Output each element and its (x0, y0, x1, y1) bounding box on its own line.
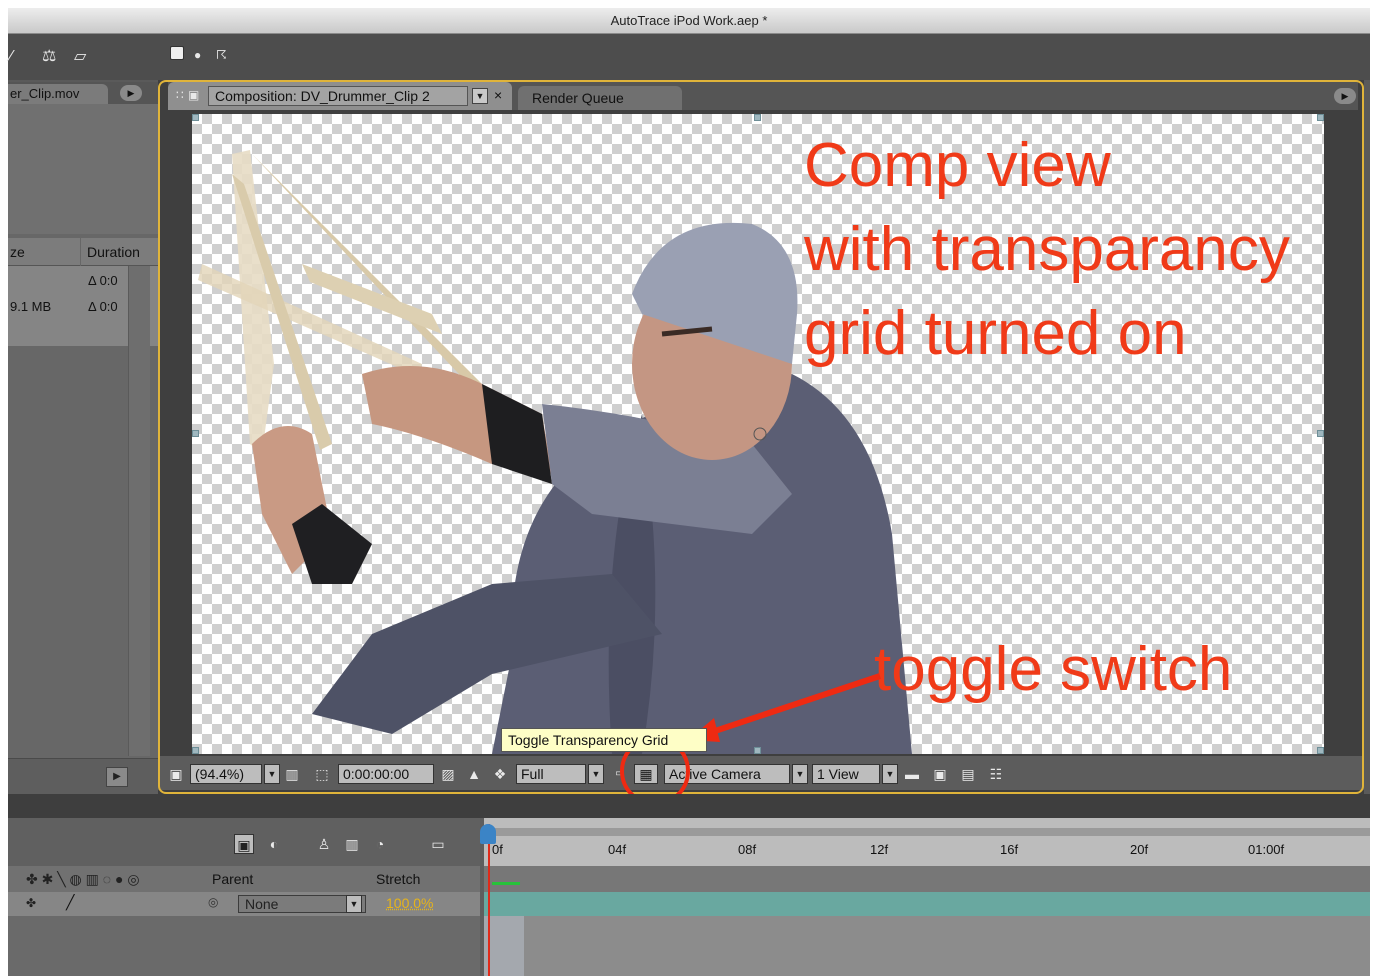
eraser-icon[interactable]: ▱ (74, 48, 86, 66)
puppet-pin-icon[interactable]: ● (194, 46, 201, 64)
timeline-empty-highlight (484, 916, 524, 976)
live-update-icon[interactable]: ▣ (234, 834, 254, 854)
viewer-controls: ▣ (94.4%) ▼ ▥ ⬚ 0:00:00:00 ▨ ▲ ❖ Full ▼ … (158, 756, 1364, 790)
close-icon[interactable]: × (494, 87, 502, 103)
current-time-indicator-handle[interactable] (480, 824, 496, 844)
magnification-field[interactable]: (94.4%) (190, 764, 262, 784)
timeline-empty-area (484, 916, 1370, 976)
flowchart-icon[interactable]: ☷ (986, 764, 1006, 784)
work-area-bar[interactable] (484, 828, 1370, 836)
project-scrollbar[interactable] (128, 266, 150, 756)
stretch-value[interactable]: 100.0% (386, 895, 433, 911)
view-layout-field[interactable]: 1 View (812, 764, 880, 784)
chevron-down-icon[interactable]: ▼ (882, 764, 898, 784)
quality-switch-icon[interactable]: ╱ (66, 894, 74, 911)
timeline-header-ruler (484, 866, 1370, 892)
timeline-icon[interactable]: ▤ (958, 764, 978, 784)
pick-whip-icon[interactable]: ◎ (208, 895, 218, 909)
project-tab[interactable]: er_Clip.mov (8, 84, 108, 104)
project-item-duration: Δ 0:0 (88, 273, 118, 288)
safe-zones-icon[interactable]: ⬚ (312, 764, 332, 784)
cache-indicator (492, 882, 520, 885)
ruler-tick: 08f (738, 842, 757, 857)
show-snapshot-icon[interactable]: ▲ (464, 764, 484, 784)
lock-icon[interactable]: ∷ (176, 88, 184, 102)
current-time-indicator[interactable] (488, 824, 490, 976)
video-switch-icon[interactable]: ✤ (26, 896, 36, 910)
annotation-comp-view: Comp view with transparancy grid turned … (804, 131, 1290, 368)
panel-menu-icon[interactable]: ▶ (120, 85, 142, 101)
project-tabbar: er_Clip.mov ▶ (8, 82, 158, 104)
draft-3d-icon[interactable]: ◐ (264, 834, 284, 854)
column-size[interactable]: ze (8, 238, 80, 266)
chevron-down-icon[interactable]: ▼ (792, 764, 808, 784)
composition-tabbar: ∷ ▣ Composition: DV_Drummer_Clip 2 ▼ × R… (168, 82, 1358, 110)
composition-panel: ∷ ▣ Composition: DV_Drummer_Clip 2 ▼ × R… (158, 80, 1364, 806)
tab-render-queue[interactable]: Render Queue (518, 86, 682, 110)
layer-duration-bar[interactable] (484, 892, 1370, 916)
composition-viewer[interactable]: Comp view with transparancy grid turned … (192, 114, 1324, 754)
composition-tab-label[interactable]: Composition: DV_Drummer_Clip 2 (208, 86, 468, 106)
layer-handle[interactable] (1317, 430, 1324, 437)
timecode-field[interactable]: 0:00:00:00 (338, 764, 434, 784)
play-icon[interactable]: ▶ (106, 767, 128, 787)
shy-icon[interactable]: ♙ (314, 834, 334, 854)
stamp-icon[interactable]: ⚖ (42, 48, 56, 66)
chevron-down-icon[interactable]: ▼ (472, 88, 488, 104)
layer-handle[interactable] (192, 114, 199, 121)
column-parent[interactable]: Parent (212, 866, 253, 892)
switch-header-icons: ✤ ✱ ╲ ◍ ▥ ◌ ● ◎ (26, 871, 140, 887)
after-effects-window: AutoTrace iPod Work.aep * ∕ ⚖ ▱ ● ☈ er_C… (8, 8, 1370, 976)
tab-composition[interactable]: ∷ ▣ Composition: DV_Drummer_Clip 2 ▼ × (168, 82, 512, 110)
column-stretch[interactable]: Stretch (376, 866, 420, 892)
project-panel: er_Clip.mov ▶ ze Duration Δ 0:0 9.1 MB Δ… (8, 82, 158, 794)
layer-handle[interactable] (192, 430, 199, 437)
resolution-field[interactable]: Full (516, 764, 586, 784)
ruler-tick: 16f (1000, 842, 1019, 857)
project-item-size: 9.1 MB (10, 299, 52, 314)
timeline-column-headers: ✤ ✱ ╲ ◍ ▥ ◌ ● ◎ Parent Stretch (8, 866, 480, 892)
project-footer: ▶ (8, 758, 158, 794)
ruler-tick: 12f (870, 842, 889, 857)
layer-row[interactable]: ✤ ╱ ◎ None ▼ 100.0% (8, 892, 480, 916)
always-preview-icon[interactable]: ▣ (166, 764, 186, 784)
column-duration[interactable]: Duration (81, 238, 158, 266)
ruler-tick: 04f (608, 842, 627, 857)
pan-behind-icon[interactable] (170, 46, 184, 60)
composition-icon: ▣ (188, 88, 200, 102)
project-item-duration: Δ 0:0 (88, 299, 118, 314)
pixel-aspect-icon[interactable]: ▬ (902, 764, 922, 784)
timeline-switches: ▣ ◐ ♙ ▥ ◔ ▭ (8, 818, 480, 866)
ruler-tick: 0f (492, 842, 503, 857)
tooltip: Toggle Transparency Grid (501, 728, 707, 752)
layer-handle[interactable] (754, 114, 761, 121)
layer-handle[interactable] (1317, 114, 1324, 121)
chevron-down-icon[interactable]: ▼ (346, 895, 362, 913)
brush-icon[interactable]: ∕ (10, 48, 13, 66)
puppet-starch-icon[interactable]: ☈ (216, 46, 227, 64)
fit-icon[interactable]: ▥ (282, 764, 302, 784)
chevron-down-icon[interactable]: ▼ (264, 764, 280, 784)
ruler-tick: 20f (1130, 842, 1149, 857)
ruler-tick: 01:00f (1248, 842, 1285, 857)
snapshot-icon[interactable]: ▨ (438, 764, 458, 784)
layer-handle[interactable] (192, 747, 199, 754)
graph-editor-icon[interactable]: ▭ (428, 834, 448, 854)
chevron-down-icon[interactable]: ▼ (588, 764, 604, 784)
timeline-panel: ▣ ◐ ♙ ▥ ◔ ▭ 0f 04f 08f 12f 16f 20f 01:00… (8, 794, 1370, 976)
window-title: AutoTrace iPod Work.aep * (8, 8, 1370, 34)
color-channels-icon[interactable]: ❖ (490, 764, 510, 784)
frame-blending-icon[interactable]: ▥ (342, 834, 362, 854)
fast-previews-icon[interactable]: ▣ (930, 764, 950, 784)
timeline-tabbar (8, 794, 1370, 818)
annotation-toggle-switch: toggle switch (874, 635, 1233, 704)
panel-menu-icon[interactable]: ▶ (1334, 88, 1356, 104)
project-preview-area (8, 104, 158, 234)
layer-list-empty (8, 916, 480, 976)
motion-blur-icon[interactable]: ◔ (370, 834, 390, 854)
tools-panel: ∕ ⚖ ▱ ● ☈ (8, 34, 1370, 80)
layer-handle[interactable] (1317, 747, 1324, 754)
